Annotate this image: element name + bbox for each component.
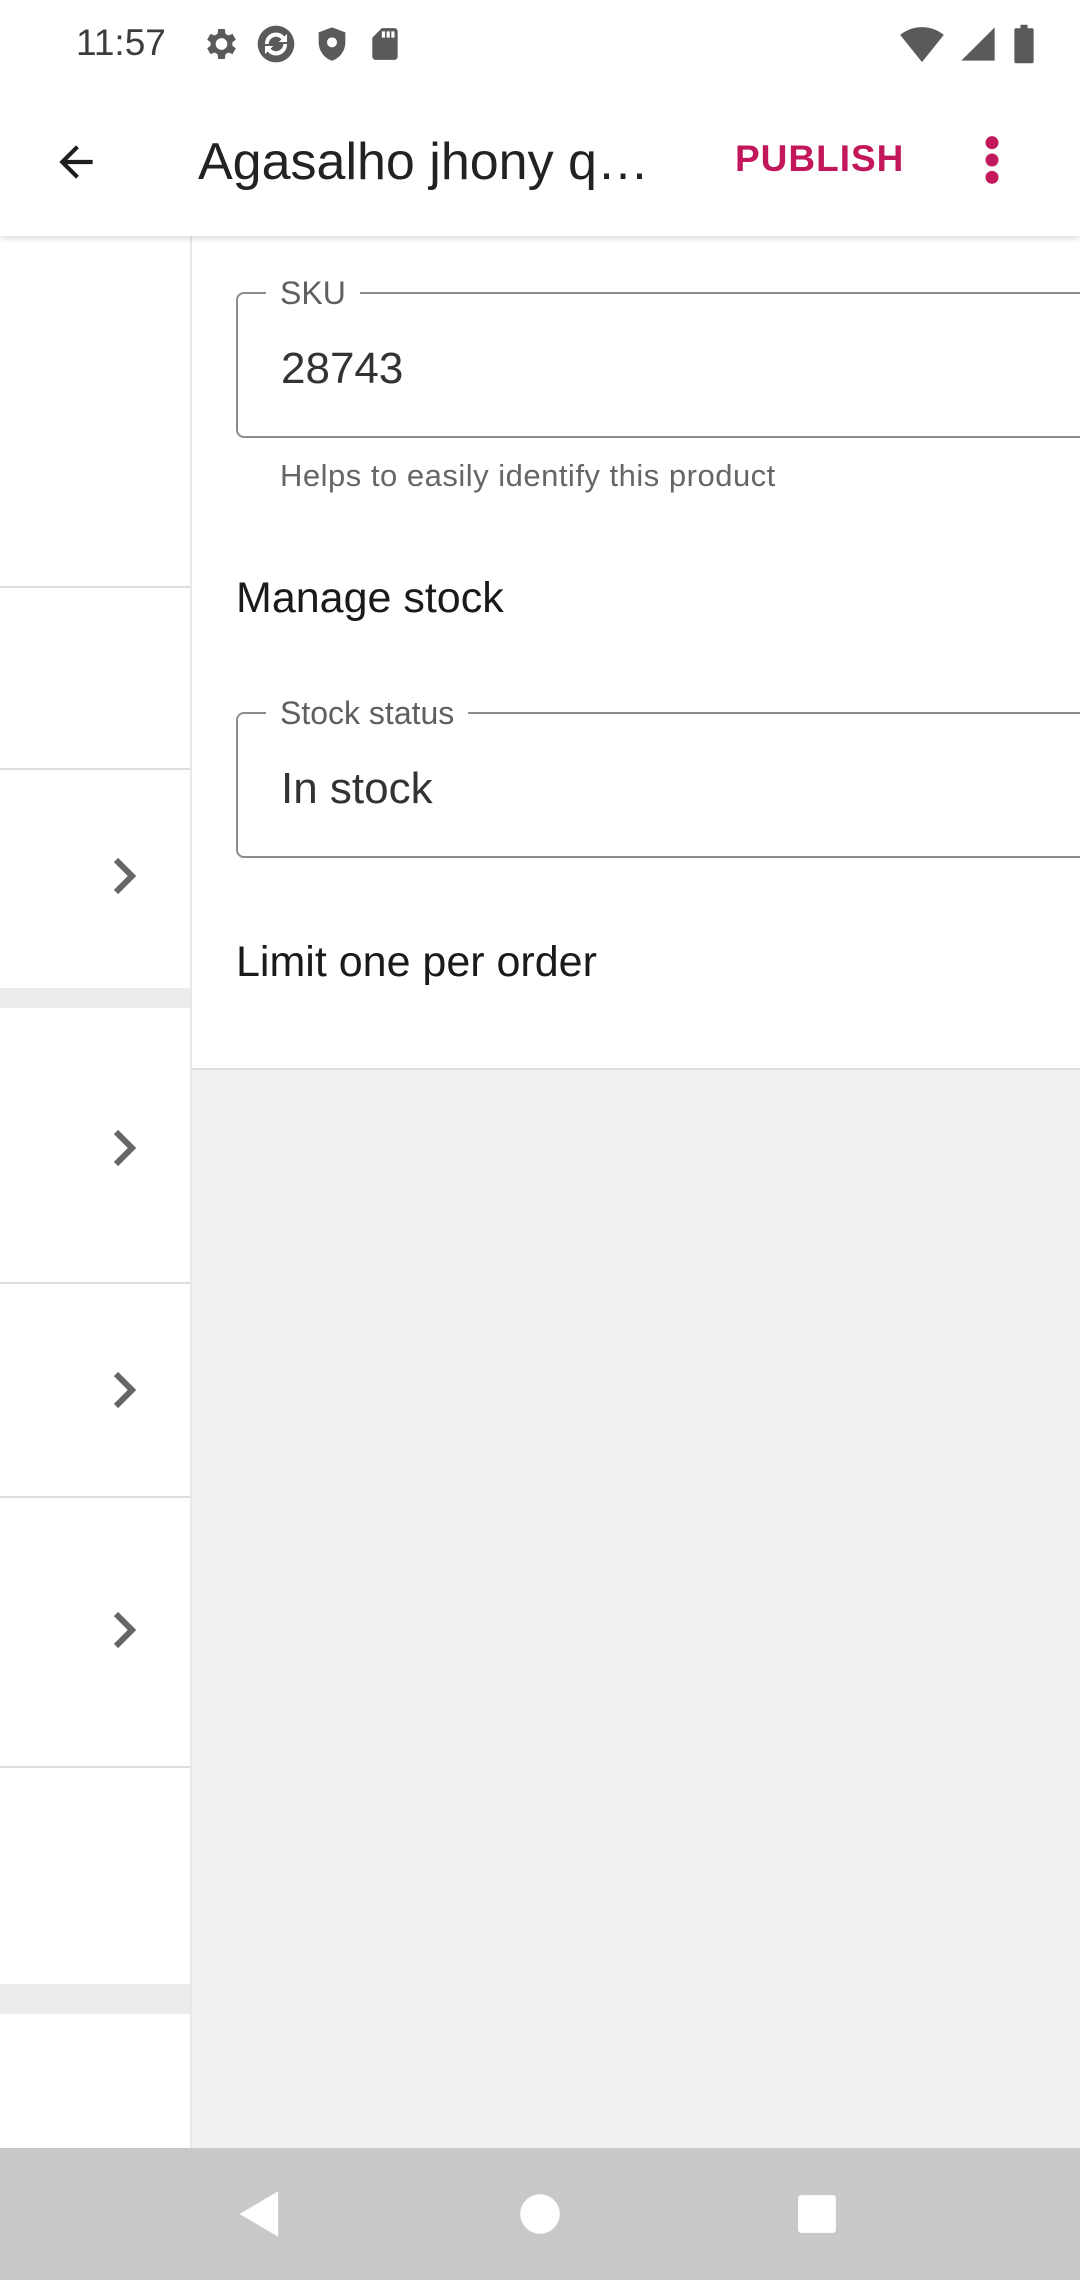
publish-button[interactable]: PUBLISH [735,138,904,180]
section-gap [0,1984,191,2014]
row-divider [0,1496,191,1498]
inventory-card: SKU 28743 Helps to easily identify this … [192,236,1080,1070]
system-nav-bar [0,2148,1080,2280]
section-gap [0,988,191,1008]
back-button[interactable] [40,126,112,198]
row-divider [0,1282,191,1284]
sd-card-icon [366,24,404,64]
status-bar: 11:57 [0,0,1080,88]
status-time: 11:57 [76,22,166,63]
list-item-chevron[interactable] [110,1370,140,1410]
sku-field[interactable]: SKU 28743 [236,275,1080,438]
gear-icon [200,24,240,64]
stock-status-select[interactable]: Stock status In stock [236,695,1080,858]
left-panel [0,236,191,2148]
battery-icon [1012,23,1036,65]
sku-helper-text: Helps to easily identify this product [280,458,776,493]
nav-home-button[interactable] [504,2178,576,2250]
sku-label: SKU [266,275,360,312]
limit-one-per-order-label[interactable]: Limit one per order [236,938,597,987]
list-item-chevron[interactable] [110,1610,140,1650]
arrow-back-icon [51,137,101,187]
row-divider [0,1766,191,1768]
nav-home-icon [518,2192,562,2236]
page-title: Agasalho jhony q… [198,133,649,191]
nav-recents-icon [796,2193,838,2235]
list-item-chevron[interactable] [110,1128,140,1168]
app-bar: Agasalho jhony q… PUBLISH [0,88,1080,236]
list-item-chevron[interactable] [110,856,140,896]
row-divider [0,768,191,770]
nav-back-icon [237,2189,283,2239]
chevron-right-icon [112,856,138,896]
more-vert-icon [982,134,1002,186]
manage-stock-toggle-label[interactable]: Manage stock [236,574,504,623]
sync-icon [254,22,298,66]
stock-status-label: Stock status [266,695,469,732]
shield-icon [312,24,352,64]
status-icons-left [200,20,404,68]
overflow-menu-button[interactable] [960,124,1024,196]
signal-icon [958,24,998,64]
nav-recents-button[interactable] [781,2178,853,2250]
row-divider [0,586,191,588]
wifi-icon [900,24,944,64]
stock-status-value: In stock [281,764,433,813]
chevron-right-icon [112,1128,138,1168]
chevron-right-icon [112,1370,138,1410]
nav-back-button[interactable] [224,2178,296,2250]
chevron-right-icon [112,1610,138,1650]
status-icons-right [900,20,1036,68]
sku-value: 28743 [281,344,404,393]
